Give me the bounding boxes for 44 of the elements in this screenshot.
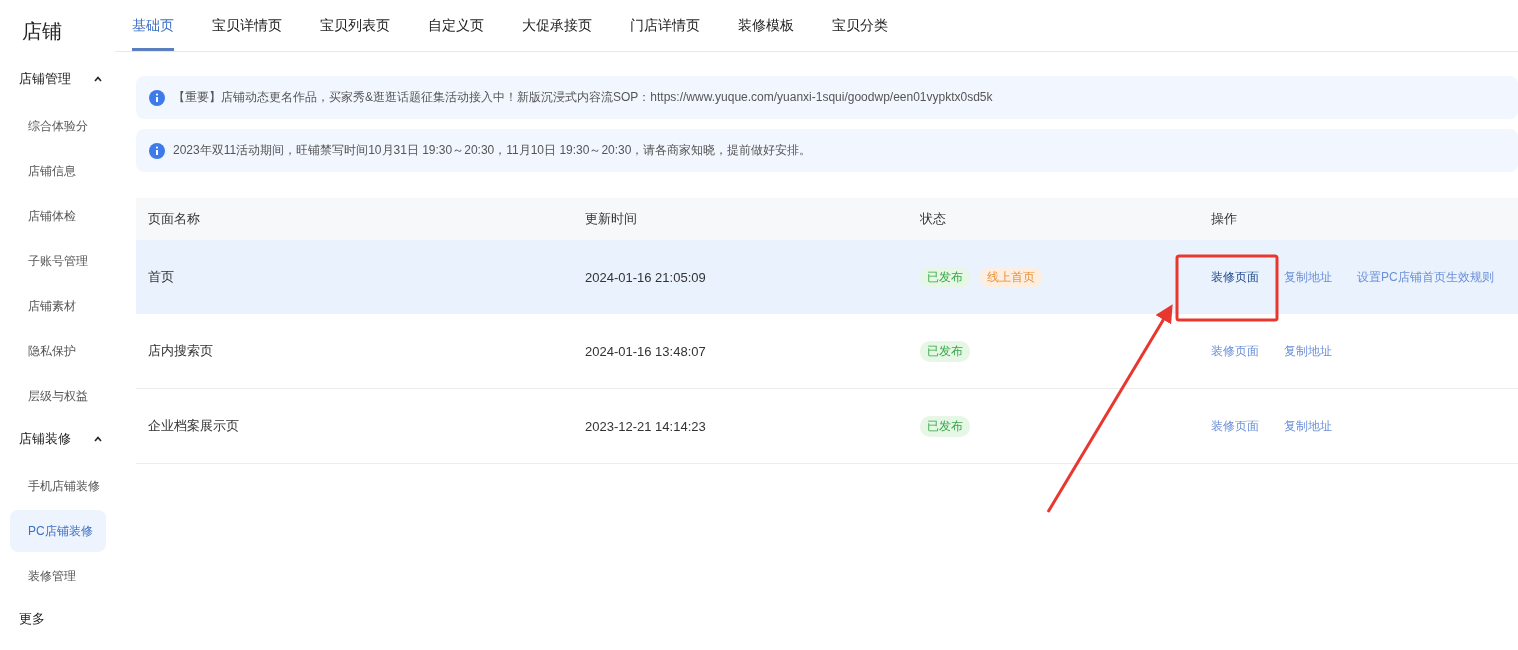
page-name: 店内搜索页	[148, 342, 214, 360]
sidebar-group[interactable]: 店铺管理	[10, 60, 106, 98]
page-name: 企业档案展示页	[148, 417, 240, 435]
sidebar-item[interactable]: 装修管理	[10, 555, 106, 597]
column-header: 页面名称	[148, 210, 201, 228]
tab[interactable]: 宝贝分类	[832, 0, 888, 51]
group-label: 店铺管理	[19, 70, 71, 88]
group-label: 更多	[19, 610, 45, 628]
status-tag: 已发布	[920, 266, 970, 288]
update-time: 2024-01-16 13:48:07	[585, 343, 707, 359]
sidebar-item[interactable]: 店铺信息	[10, 150, 106, 192]
sidebar-item[interactable]: 层级与权益	[10, 375, 106, 417]
group-label: 店铺装修	[19, 430, 71, 448]
status-tag: 已发布	[920, 415, 970, 437]
info-icon	[149, 89, 165, 106]
column-header: 状态	[920, 210, 947, 228]
notice-text: 2023年双11活动期间，旺铺禁写时间10月31日 19:30～20:30，11月10日 19:30～20:30，请各商家知晓，提前做好安排。	[173, 142, 812, 159]
sidebar-item[interactable]: 隐私保护	[10, 330, 106, 372]
info-icon	[149, 142, 165, 159]
sidebar-title: 店铺	[21, 19, 63, 44]
status-tag: 线上首页	[980, 266, 1042, 288]
tab[interactable]: 自定义页	[428, 0, 484, 51]
tab[interactable]: 门店详情页	[630, 0, 700, 51]
sidebar-group[interactable]: 店铺装修	[10, 420, 106, 458]
tab[interactable]: 宝贝详情页	[212, 0, 282, 51]
notice-text: 【重要】店铺动态更名作品，买家秀&逛逛话题征集活动接入中！新版沉浸式内容流SOP：https://www.yuque.com/yuanxi-1squi/goodwp/een01vypktx0sd5k	[173, 89, 993, 106]
sidebar-item[interactable]: 手机店铺装修	[10, 465, 106, 507]
tab[interactable]: 大促承接页	[522, 0, 592, 51]
update-time: 2023-12-21 14:14:23	[585, 418, 707, 434]
column-header: 更新时间	[585, 210, 638, 228]
sidebar-item[interactable]: PC店铺装修	[10, 510, 106, 552]
sidebar-group[interactable]: 更多	[10, 600, 106, 638]
tab[interactable]: 装修模板	[738, 0, 794, 51]
tab[interactable]: 基础页	[132, 0, 174, 51]
sidebar-item[interactable]: 店铺体检	[10, 195, 106, 237]
action-link[interactable]: 装修页面	[1211, 268, 1259, 286]
update-time: 2024-01-16 21:05:09	[585, 269, 707, 285]
sidebar-item[interactable]: 子账号管理	[10, 240, 106, 282]
tab[interactable]: 宝贝列表页	[320, 0, 390, 51]
page-name: 首页	[148, 268, 175, 286]
status-tag: 已发布	[920, 340, 970, 362]
sidebar-item[interactable]: 综合体验分	[10, 105, 106, 147]
column-header: 操作	[1211, 210, 1238, 228]
sidebar-item[interactable]: 店铺素材	[10, 285, 106, 327]
